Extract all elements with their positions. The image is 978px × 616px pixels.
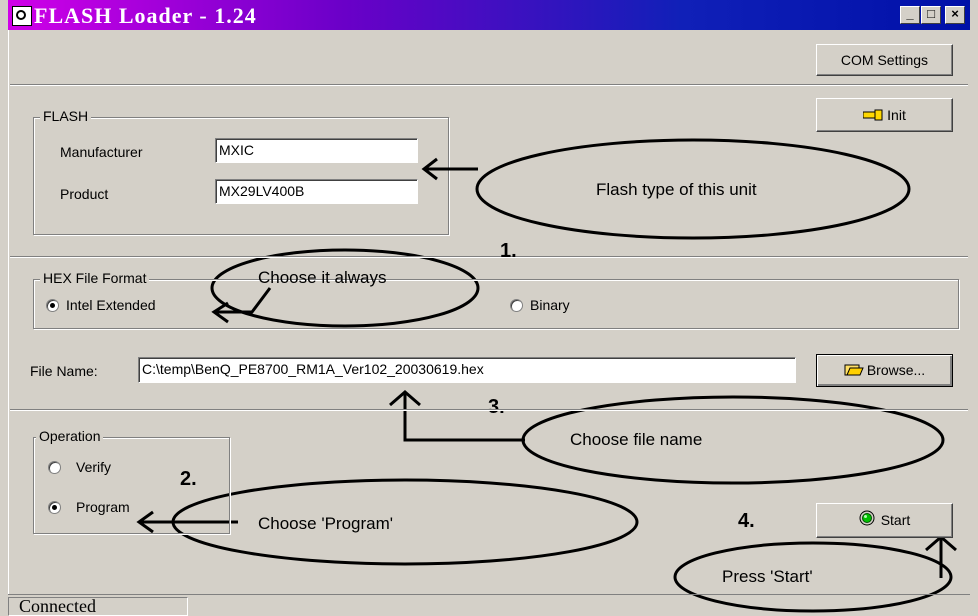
- verify-radio[interactable]: [48, 461, 61, 474]
- step2-number: 2.: [180, 468, 197, 490]
- step1-number: 1.: [500, 240, 517, 262]
- file-name-field[interactable]: C:\temp\BenQ_PE8700_RM1A_Ver102_20030619…: [138, 357, 796, 383]
- step3-arrow-line: [403, 393, 525, 442]
- start-label: Start: [880, 512, 911, 528]
- hex-format-group: [33, 279, 959, 329]
- browse-label: Browse...: [866, 362, 926, 378]
- step3-number: 3.: [488, 396, 505, 418]
- step2-annotation: Choose 'Program': [258, 514, 393, 533]
- status-bar: Connected: [8, 594, 970, 616]
- step1-annotation: Choose it always: [258, 268, 387, 287]
- separator: [10, 256, 968, 258]
- step4-number: 4.: [738, 510, 755, 532]
- operation-group-title: Operation: [36, 428, 104, 444]
- status-text: Connected: [8, 597, 188, 616]
- step4-annotation: Press 'Start': [722, 567, 813, 586]
- verify-label[interactable]: Verify: [76, 459, 111, 475]
- start-button[interactable]: Start: [816, 503, 953, 538]
- binary-radio[interactable]: [510, 299, 523, 312]
- step3-annotation: Choose file name: [570, 430, 703, 449]
- program-label[interactable]: Program: [76, 499, 130, 515]
- binary-label[interactable]: Binary: [530, 297, 570, 313]
- file-name-label: File Name:: [30, 363, 98, 379]
- program-radio[interactable]: [48, 501, 61, 514]
- step2-ellipse: [171, 478, 639, 566]
- operation-group: [33, 437, 230, 534]
- hex-format-group-title: HEX File Format: [40, 270, 150, 286]
- intel-extended-label[interactable]: Intel Extended: [66, 297, 156, 313]
- separator: [10, 409, 968, 411]
- flash-type-annotation: Flash type of this unit: [596, 180, 757, 199]
- folder-open-icon: [844, 356, 864, 386]
- intel-extended-radio[interactable]: [46, 299, 59, 312]
- green-led-icon: [859, 505, 875, 538]
- browse-button[interactable]: Browse...: [816, 354, 953, 387]
